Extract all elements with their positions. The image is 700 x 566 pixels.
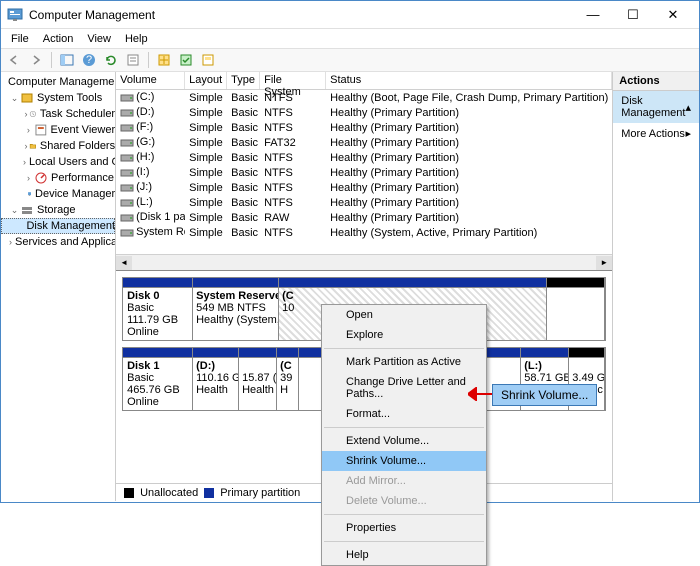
tree-system-tools[interactable]: ⌄System Tools <box>1 90 115 106</box>
col-status[interactable]: Status <box>326 72 612 89</box>
svg-text:?: ? <box>86 54 92 66</box>
volume-row[interactable]: (C:)SimpleBasicNTFSHealthy (Boot, Page F… <box>116 90 612 105</box>
ctx-add-mirror: Add Mirror... <box>322 471 486 491</box>
context-menu[interactable]: Open Explore Mark Partition as Active Ch… <box>321 304 487 566</box>
tree-services-apps[interactable]: ›Services and Applications <box>1 234 115 250</box>
ctx-delete: Delete Volume... <box>322 491 486 511</box>
volume-list[interactable]: Volume Layout Type File System Status (C… <box>116 72 612 270</box>
ctx-shrink[interactable]: Shrink Volume... <box>322 451 486 471</box>
legend-primary-swatch <box>204 488 214 498</box>
disk1-part-3[interactable]: (C39H <box>277 348 299 410</box>
disk1-part-d[interactable]: (D:)110.16 GHealth <box>193 348 239 410</box>
tree-root[interactable]: Computer Management (Local <box>1 74 115 90</box>
menu-bar: File Action View Help <box>1 29 699 48</box>
legend-primary-label: Primary partition <box>220 487 300 499</box>
horizontal-scrollbar[interactable]: ◄► <box>116 254 612 270</box>
volume-row[interactable]: (Disk 1 partition 2)SimpleBasicRAWHealth… <box>116 210 612 225</box>
refresh-button[interactable] <box>102 51 120 69</box>
disk-0-info: Disk 0 Basic 111.79 GB Online <box>123 278 193 340</box>
volume-list-header[interactable]: Volume Layout Type File System Status <box>116 72 612 90</box>
close-button[interactable]: ✕ <box>653 1 693 29</box>
menu-file[interactable]: File <box>4 31 36 47</box>
disk0-part-system-reserved[interactable]: System Reserve549 MB NTFSHealthy (System… <box>193 278 279 340</box>
actions-more[interactable]: More Actions▸ <box>613 123 699 144</box>
ctx-properties[interactable]: Properties <box>322 518 486 538</box>
col-type[interactable]: Type <box>227 72 260 89</box>
red-arrow-icon <box>468 387 492 401</box>
ctx-explore[interactable]: Explore <box>322 325 486 345</box>
title-bar: Computer Management — ☐ ✕ <box>1 1 699 29</box>
help-button[interactable]: ? <box>80 51 98 69</box>
tree-performance[interactable]: ›Performance <box>1 170 115 186</box>
ctx-mark-active[interactable]: Mark Partition as Active <box>322 352 486 372</box>
disk-1-info: Disk 1 Basic 465.76 GB Online <box>123 348 193 410</box>
show-hide-tree-button[interactable] <box>58 51 76 69</box>
legend-unallocated-label: Unallocated <box>140 487 198 499</box>
back-button[interactable] <box>5 51 23 69</box>
ctx-open[interactable]: Open <box>322 305 486 325</box>
ctx-format[interactable]: Format... <box>322 404 486 424</box>
volume-row[interactable]: (L:)SimpleBasicNTFSHealthy (Primary Part… <box>116 195 612 210</box>
volume-row[interactable]: (G:)SimpleBasicFAT32Healthy (Primary Par… <box>116 135 612 150</box>
chevron-right-icon: ▸ <box>685 127 691 140</box>
ctx-help[interactable]: Help <box>322 545 486 565</box>
actions-header: Actions <box>613 72 699 91</box>
app-icon <box>7 7 23 23</box>
scroll-left-icon[interactable]: ◄ <box>116 256 132 270</box>
forward-button[interactable] <box>27 51 45 69</box>
col-volume[interactable]: Volume <box>116 72 185 89</box>
navigation-tree[interactable]: Computer Management (Local ⌄System Tools… <box>1 72 116 501</box>
ctx-change-letter[interactable]: Change Drive Letter and Paths... <box>322 372 486 404</box>
col-filesystem[interactable]: File System <box>260 72 326 89</box>
window-title: Computer Management <box>29 8 573 22</box>
menu-help[interactable]: Help <box>118 31 155 47</box>
volume-row[interactable]: (J:)SimpleBasicNTFSHealthy (Primary Part… <box>116 180 612 195</box>
disk0-part-empty[interactable] <box>547 278 605 340</box>
col-layout[interactable]: Layout <box>185 72 227 89</box>
tree-disk-management[interactable]: Disk Management <box>1 218 115 234</box>
volume-row[interactable]: (I:)SimpleBasicNTFSHealthy (Primary Part… <box>116 165 612 180</box>
minimize-button[interactable]: — <box>573 1 613 29</box>
settings-button[interactable] <box>124 51 142 69</box>
tree-task-scheduler[interactable]: ›Task Scheduler <box>1 106 115 122</box>
actions-pane: Actions Disk Management▴ More Actions▸ <box>613 72 699 501</box>
tree-shared-folders[interactable]: ›Shared Folders <box>1 138 115 154</box>
actions-disk-management[interactable]: Disk Management▴ <box>613 91 699 123</box>
volume-row[interactable]: (H:)SimpleBasicNTFSHealthy (Primary Part… <box>116 150 612 165</box>
volume-row[interactable]: (D:)SimpleBasicNTFSHealthy (Primary Part… <box>116 105 612 120</box>
legend-unallocated-swatch <box>124 488 134 498</box>
collapse-icon: ▴ <box>685 101 691 114</box>
maximize-button[interactable]: ☐ <box>613 1 653 29</box>
tree-storage[interactable]: ⌄Storage <box>1 202 115 218</box>
toolbar-button-2[interactable] <box>177 51 195 69</box>
callout-label: Shrink Volume... <box>492 384 597 406</box>
menu-action[interactable]: Action <box>36 31 81 47</box>
menu-view[interactable]: View <box>80 31 118 47</box>
volume-row[interactable]: (F:)SimpleBasicNTFSHealthy (Primary Part… <box>116 120 612 135</box>
toolbar-button-1[interactable] <box>155 51 173 69</box>
toolbar-button-3[interactable] <box>199 51 217 69</box>
scroll-right-icon[interactable]: ► <box>596 256 612 270</box>
volume-row[interactable]: System Reserved (K:)SimpleBasicNTFSHealt… <box>116 225 612 240</box>
tree-event-viewer[interactable]: ›Event Viewer <box>1 122 115 138</box>
disk1-part-2[interactable]: 15.87 (Health <box>239 348 277 410</box>
tree-local-users[interactable]: ›Local Users and Groups <box>1 154 115 170</box>
tree-device-manager[interactable]: Device Manager <box>1 186 115 202</box>
ctx-extend[interactable]: Extend Volume... <box>322 431 486 451</box>
toolbar: ? <box>1 48 699 72</box>
